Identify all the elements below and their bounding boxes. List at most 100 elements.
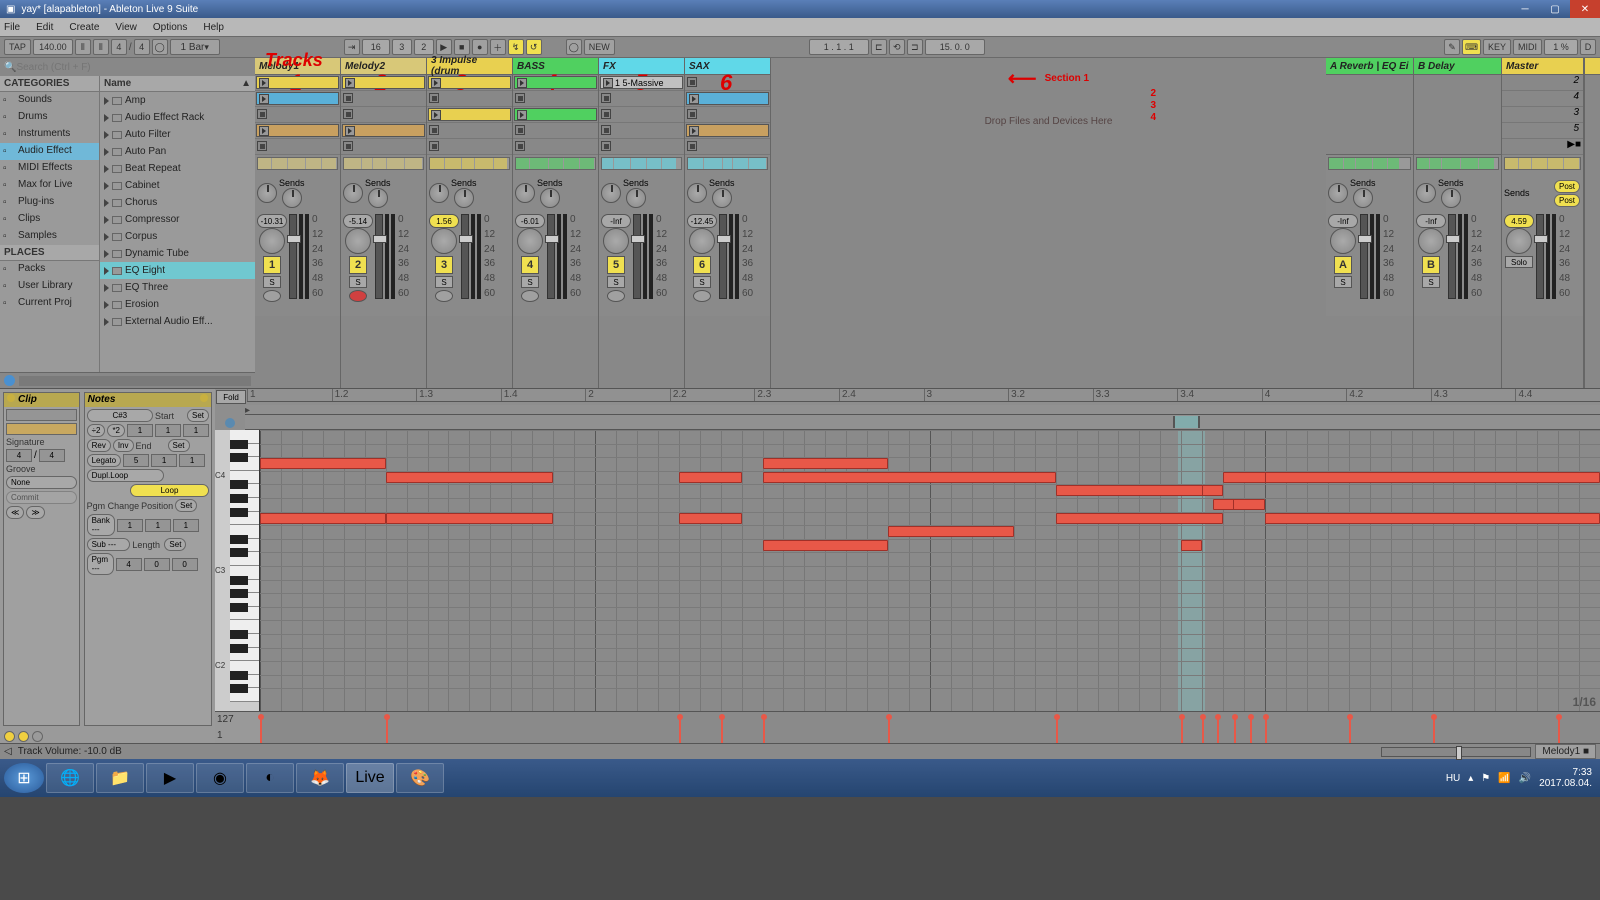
stop-all-button[interactable] [1585, 58, 1600, 75]
volume-value[interactable]: 4.59 [1504, 214, 1534, 228]
start-six[interactable] [183, 424, 209, 437]
clip-slot[interactable] [513, 139, 598, 155]
clip-slot[interactable] [513, 123, 598, 139]
inv-button[interactable]: Inv [113, 439, 134, 452]
tray-date[interactable]: 2017.08.04. [1539, 778, 1592, 789]
pos-set[interactable]: Set [175, 499, 197, 512]
menu-create[interactable]: Create [69, 22, 99, 33]
velocity-marker[interactable] [1056, 717, 1058, 743]
search-input[interactable] [16, 62, 251, 73]
send-b-knob[interactable] [454, 188, 474, 208]
volume-fader[interactable] [1536, 214, 1544, 299]
pos-sixteenths[interactable]: 2 [414, 39, 434, 55]
preview-icon[interactable] [4, 375, 15, 386]
velocity-marker[interactable] [1181, 717, 1183, 743]
track-header[interactable]: B Delay [1414, 58, 1501, 75]
send-b-knob[interactable] [712, 188, 732, 208]
scene-slot[interactable]: 3 [1502, 107, 1583, 123]
velocity-marker[interactable] [1558, 717, 1560, 743]
track-activator[interactable]: 2 [349, 256, 367, 274]
clip-stop-button[interactable] [687, 77, 697, 87]
taskbar-live[interactable]: Live [346, 763, 394, 793]
velocity-marker[interactable] [1250, 717, 1252, 743]
clip-slot[interactable] [513, 107, 598, 123]
loop-brace[interactable] [245, 415, 1600, 430]
volume-fader[interactable] [461, 214, 469, 299]
bank-select[interactable]: Bank --- [87, 514, 115, 536]
clip-slot[interactable] [685, 91, 770, 107]
pos-bars[interactable]: 16 [362, 39, 390, 55]
volume-fader[interactable] [375, 214, 383, 299]
clip-slot[interactable] [599, 107, 684, 123]
clip-overview[interactable] [601, 157, 682, 170]
menu-file[interactable]: File [4, 22, 20, 33]
taskbar-steam[interactable]: ◐ [246, 763, 294, 793]
clip-slot[interactable] [599, 139, 684, 155]
clip-slot[interactable] [427, 107, 512, 123]
clip-slot[interactable] [341, 107, 426, 123]
category-item[interactable]: ▫Audio Effect [0, 143, 99, 160]
tray-up-icon[interactable]: ▴ [1468, 773, 1473, 784]
arm-button[interactable] [263, 290, 281, 302]
clip-slot[interactable] [685, 107, 770, 123]
clip-stop-button[interactable] [257, 141, 267, 151]
start-set[interactable]: Set [187, 409, 209, 422]
root-note[interactable]: C#3 [87, 409, 153, 422]
clip-stop-button[interactable] [429, 93, 439, 103]
clip-stop-button[interactable] [257, 109, 267, 119]
arm-button[interactable] [607, 290, 625, 302]
follow-button[interactable]: ⇥ [344, 39, 360, 55]
solo-button[interactable]: S [1334, 276, 1352, 288]
clip-slot[interactable] [427, 123, 512, 139]
velocity-marker[interactable] [1234, 717, 1236, 743]
record-button[interactable]: ● [472, 39, 488, 55]
track-header[interactable]: Master [1502, 58, 1583, 75]
sub-select[interactable]: Sub --- [87, 538, 131, 551]
clip-play-button[interactable] [431, 78, 441, 88]
browser-item[interactable]: Auto Pan [100, 143, 255, 160]
category-item[interactable]: ▫Sounds [0, 92, 99, 109]
tray-flag-icon[interactable]: ⚑ [1481, 773, 1490, 784]
clip-play-button[interactable] [689, 126, 699, 136]
minimize-button[interactable]: ─ [1510, 0, 1540, 18]
clip-overview[interactable] [1416, 157, 1499, 170]
solo-button[interactable]: S [349, 276, 367, 288]
velocity-marker[interactable] [1349, 717, 1351, 743]
menu-help[interactable]: Help [203, 22, 224, 33]
volume-fader[interactable] [719, 214, 727, 299]
volume-value[interactable]: -10.31 [257, 214, 287, 228]
taskbar-firefox[interactable]: 🦊 [296, 763, 344, 793]
menu-edit[interactable]: Edit [36, 22, 53, 33]
browser-item[interactable]: Dynamic Tube [100, 245, 255, 262]
loop-button[interactable]: Loop [130, 484, 209, 497]
pos-six[interactable] [173, 519, 199, 532]
clip-stop-button[interactable] [687, 109, 697, 119]
browser-item[interactable]: Compressor [100, 211, 255, 228]
track-activator[interactable]: 4 [521, 256, 539, 274]
midi-note[interactable] [679, 472, 742, 483]
clip-stop-button[interactable] [515, 125, 525, 135]
arm-button[interactable] [693, 290, 711, 302]
velocity-marker[interactable] [721, 717, 723, 743]
notes-box-icon[interactable] [18, 731, 29, 742]
quantize-menu[interactable]: 1 Bar ▾ [170, 39, 220, 55]
pan-knob[interactable] [517, 228, 543, 254]
metronome-button[interactable]: ◯ [152, 39, 168, 55]
clip-overview[interactable] [515, 157, 596, 170]
velocity-marker[interactable] [1265, 717, 1267, 743]
groove-select[interactable]: None [6, 476, 77, 489]
len-six[interactable] [172, 558, 198, 571]
clip-overview[interactable] [1504, 157, 1581, 170]
place-item[interactable]: ▫Current Proj [0, 295, 99, 312]
rev-button[interactable]: Rev [87, 439, 111, 452]
pan-knob[interactable] [1418, 228, 1444, 254]
pan-knob[interactable] [431, 228, 457, 254]
velocity-marker[interactable] [1217, 717, 1219, 743]
start-button[interactable]: ⊞ [4, 763, 44, 793]
volume-fader[interactable] [289, 214, 297, 299]
tray-volume-icon[interactable]: 🔊 [1519, 773, 1531, 784]
midi-note[interactable] [763, 458, 889, 469]
send-a-knob[interactable] [515, 183, 535, 203]
len-set[interactable]: Set [164, 538, 186, 551]
clip-stop-button[interactable] [429, 141, 439, 151]
